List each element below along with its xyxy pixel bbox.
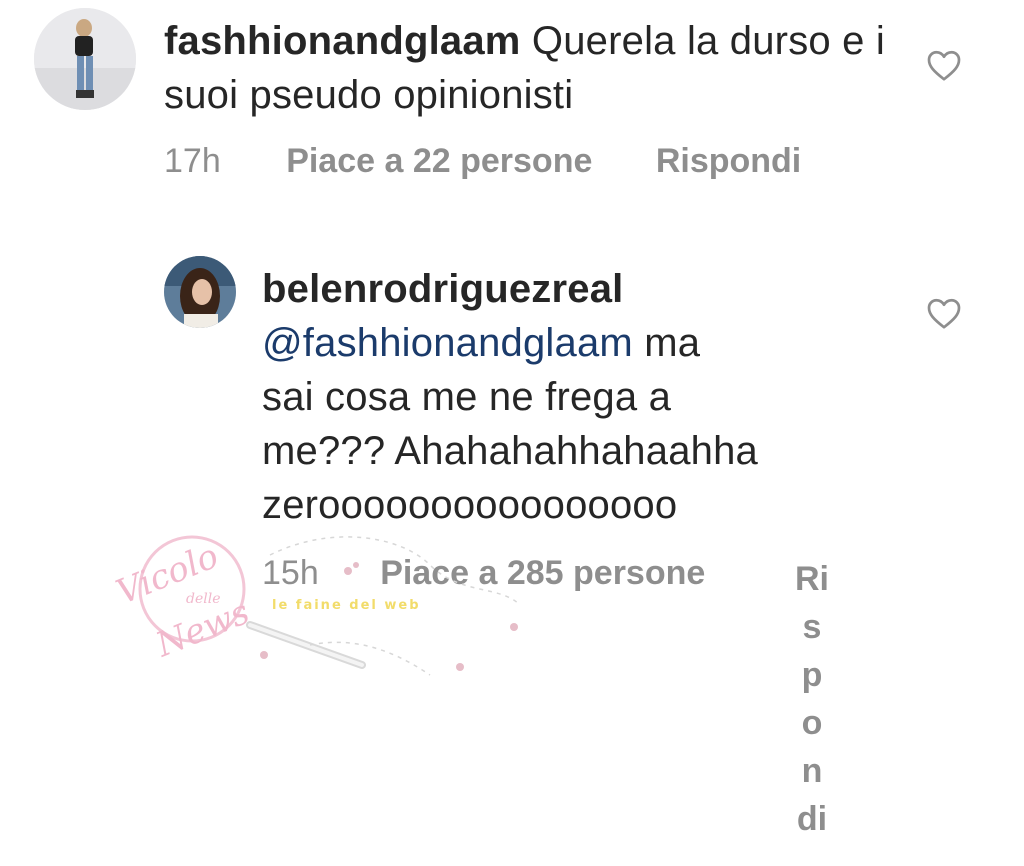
comment-time: 17h xyxy=(164,142,221,180)
comment-time: 15h xyxy=(262,554,319,592)
watermark-subtitle: delle xyxy=(186,591,221,607)
reply-button[interactable]: Rispondi xyxy=(656,142,801,180)
heart-outline-icon[interactable] xyxy=(926,48,962,82)
avatar-belenrodriguezreal[interactable] xyxy=(164,256,236,328)
avatar-image xyxy=(34,8,136,110)
comment-meta: 15h Piace a 285 persone xyxy=(262,554,705,593)
heart-outline-icon[interactable] xyxy=(926,296,962,330)
avatar-image xyxy=(164,256,236,328)
comment-text-line-3: me??? Ahahahahhahaahha xyxy=(262,429,758,473)
reply-button[interactable]: Rispondi xyxy=(794,555,830,843)
comment-username[interactable]: fashhionandglaam xyxy=(164,19,521,63)
comment-text-line-1: ma xyxy=(632,321,701,365)
watermark-title: Vicolo xyxy=(111,536,224,613)
avatar-fashhionandglaam[interactable] xyxy=(34,8,136,110)
mention-link[interactable]: @fashhionandglaam xyxy=(262,321,633,365)
comment-meta: 17h Piace a 22 persone Rispondi xyxy=(164,142,801,181)
watermark-logo: Vicolo delle News le faine del web xyxy=(111,535,521,676)
comment-text-line-4: zeroooooooooooooooo xyxy=(262,483,678,527)
comment-username[interactable]: belenrodriguezreal xyxy=(262,262,822,316)
likes-count[interactable]: Piace a 285 persone xyxy=(380,554,705,592)
watermark-tagline: le faine del web xyxy=(272,598,421,613)
watermark-name: News xyxy=(150,592,255,666)
comment-text-line-2: sai cosa me ne frega a xyxy=(262,375,672,419)
likes-count[interactable]: Piace a 22 persone xyxy=(286,142,592,180)
